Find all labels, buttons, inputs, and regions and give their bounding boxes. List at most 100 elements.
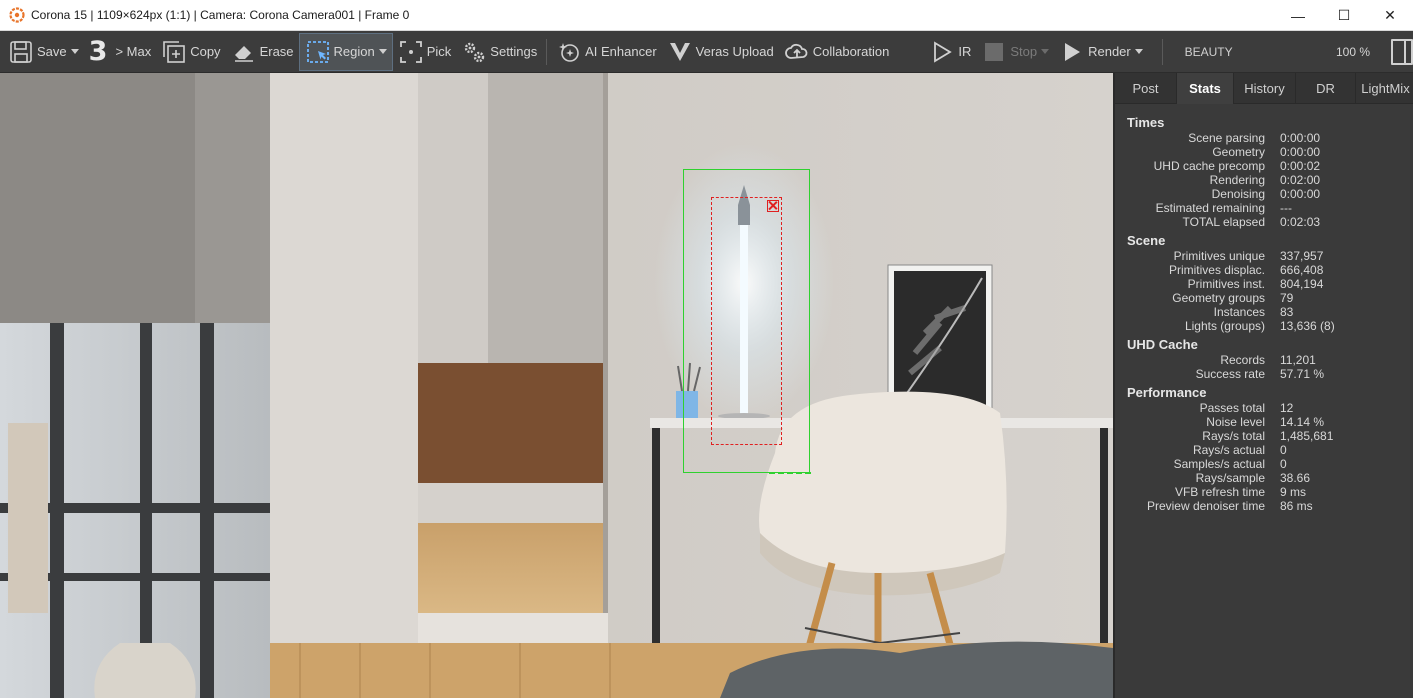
uhd-rows: Records 11,201 Success rate 57.71 % <box>1115 353 1413 381</box>
section-times-title: Times <box>1127 115 1165 130</box>
settings-label: Settings <box>490 44 538 59</box>
stat-value: 12 <box>1280 401 1294 415</box>
save-button[interactable]: Save <box>0 33 84 71</box>
tab-lightmix[interactable]: LightMix <box>1356 73 1413 104</box>
stat-label: Success rate <box>1195 367 1265 381</box>
stat-label: Scene parsing <box>1188 131 1265 145</box>
veras-upload-button[interactable]: Veras Upload <box>662 33 779 71</box>
stat-row: Denoising 0:00:00 <box>1115 187 1413 201</box>
tab-post[interactable]: Post <box>1115 73 1177 104</box>
tab-stats[interactable]: Stats <box>1177 73 1234 104</box>
erase-label: Erase <box>259 44 294 59</box>
side-panel: Post Stats History DR LightMix Times Sce… <box>1113 73 1413 698</box>
stat-value: 14.14 % <box>1280 415 1325 429</box>
render-region-inner[interactable] <box>711 197 782 445</box>
collaboration-button[interactable]: Collaboration <box>779 33 895 71</box>
stat-label: Records <box>1220 353 1265 367</box>
panel-tabs: Post Stats History DR LightMix <box>1115 73 1413 104</box>
render-button[interactable]: Render <box>1054 33 1148 71</box>
region-select-icon <box>305 39 331 65</box>
stat-label: TOTAL elapsed <box>1182 215 1266 229</box>
minimize-icon: — <box>1291 7 1305 24</box>
render-pass-value: BEAUTY <box>1184 44 1233 59</box>
stat-row: Lights (groups) 13,636 (8) <box>1115 319 1413 333</box>
ai-enhancer-label: AI Enhancer <box>585 44 657 59</box>
stat-row: Scene parsing 0:00:00 <box>1115 131 1413 145</box>
stat-value: 86 ms <box>1280 499 1313 513</box>
minimize-button[interactable]: — <box>1275 0 1321 31</box>
interactive-render-button[interactable]: IR <box>924 33 976 71</box>
save-label: Save <box>37 44 67 59</box>
remove-region-icon[interactable] <box>767 200 779 212</box>
stat-value: 0:02:00 <box>1280 173 1321 187</box>
tab-dr[interactable]: DR <box>1296 73 1356 104</box>
zoom-select[interactable]: 100 % <box>1328 45 1381 59</box>
max-passes-number: 3 <box>88 36 108 67</box>
stat-row: UHD cache precomp 0:00:02 <box>1115 159 1413 173</box>
pick-button[interactable]: Pick <box>393 33 457 71</box>
stat-row: Instances 83 <box>1115 305 1413 319</box>
max-label: > Max <box>115 44 152 59</box>
stat-row: Rays/sample 38.66 <box>1115 471 1413 485</box>
toggle-side-panel-icon[interactable] <box>1390 38 1413 65</box>
vfb-toolbar: Save 3 > Max Copy Erase Region Pick Sett… <box>0 31 1413 73</box>
stat-label: Lights (groups) <box>1184 319 1265 333</box>
stat-label: Preview denoiser time <box>1146 499 1265 513</box>
max-passes-button[interactable]: 3 > Max <box>84 33 157 71</box>
collaboration-label: Collaboration <box>812 44 890 59</box>
play-outline-icon <box>929 39 955 65</box>
region-dashed-edge <box>769 472 811 474</box>
stat-row: Success rate 57.71 % <box>1115 367 1413 381</box>
stat-row: TOTAL elapsed 0:02:03 <box>1115 215 1413 229</box>
settings-button[interactable]: Settings <box>456 33 542 71</box>
stat-label: Rays/s total <box>1202 429 1265 443</box>
window-controls: — ☐ ✕ <box>1275 0 1413 31</box>
stat-label: Geometry <box>1212 145 1265 159</box>
render-pass-select[interactable]: BEAUTY <box>1167 40 1328 64</box>
stat-label: Noise level <box>1206 415 1265 429</box>
stat-value: 0 <box>1280 457 1287 471</box>
stat-value: 11,201 <box>1280 353 1316 367</box>
toolbar-divider <box>546 38 548 65</box>
copy-button[interactable]: Copy <box>156 33 225 71</box>
stat-row: Preview denoiser time 86 ms <box>1115 499 1413 513</box>
stat-value: 83 <box>1280 305 1294 319</box>
erase-button[interactable]: Erase <box>226 33 299 71</box>
copy-label: Copy <box>190 44 221 59</box>
stat-label: Denoising <box>1211 187 1265 201</box>
scene-rows: Primitives unique 337,957 Primitives displ… <box>1115 249 1413 333</box>
save-icon <box>8 39 34 65</box>
window-title: Corona 15 | 1109×624px (1:1) | Camera: C… <box>31 8 410 22</box>
region-button[interactable]: Region <box>298 32 393 71</box>
close-button[interactable]: ✕ <box>1367 0 1413 31</box>
chevron-down-icon <box>1134 49 1143 54</box>
stop-button[interactable]: Stop <box>976 33 1054 71</box>
stat-label: Estimated remaining <box>1155 201 1265 215</box>
stat-row: Geometry 0:00:00 <box>1115 145 1413 159</box>
stat-value: 0:02:03 <box>1280 215 1321 229</box>
stat-row: Passes total 12 <box>1115 401 1413 415</box>
stat-row: Primitives unique 337,957 <box>1115 249 1413 263</box>
eraser-icon <box>231 39 257 65</box>
stat-label: UHD cache precomp <box>1153 159 1265 173</box>
render-viewport[interactable] <box>0 73 1113 698</box>
ai-enhancer-button[interactable]: AI Enhancer <box>551 33 662 71</box>
tab-history[interactable]: History <box>1234 73 1296 104</box>
stat-value: 0:00:00 <box>1280 187 1321 201</box>
close-icon: ✕ <box>1384 7 1396 23</box>
stat-value: 337,957 <box>1280 249 1324 263</box>
region-label: Region <box>333 44 375 59</box>
stop-icon <box>981 39 1007 65</box>
corona-logo-icon <box>9 7 25 23</box>
maximize-button[interactable]: ☐ <box>1321 0 1367 31</box>
stat-value: 13,636 (8) <box>1280 319 1335 333</box>
stat-label: Geometry groups <box>1172 291 1265 305</box>
stats-panel: Times Scene parsing 0:00:00 Geometry 0:00:0… <box>1115 104 1413 513</box>
stat-label: Passes total <box>1199 401 1265 415</box>
stat-value: 1,485,681 <box>1280 429 1334 443</box>
stat-row: Estimated remaining --- <box>1115 201 1413 215</box>
performance-rows: Passes total 12 Noise level 14.14 % Rays/s t… <box>1115 401 1413 513</box>
stat-value: 9 ms <box>1280 485 1307 499</box>
stat-row: Samples/s actual 0 <box>1115 457 1413 471</box>
copy-icon <box>161 39 187 65</box>
